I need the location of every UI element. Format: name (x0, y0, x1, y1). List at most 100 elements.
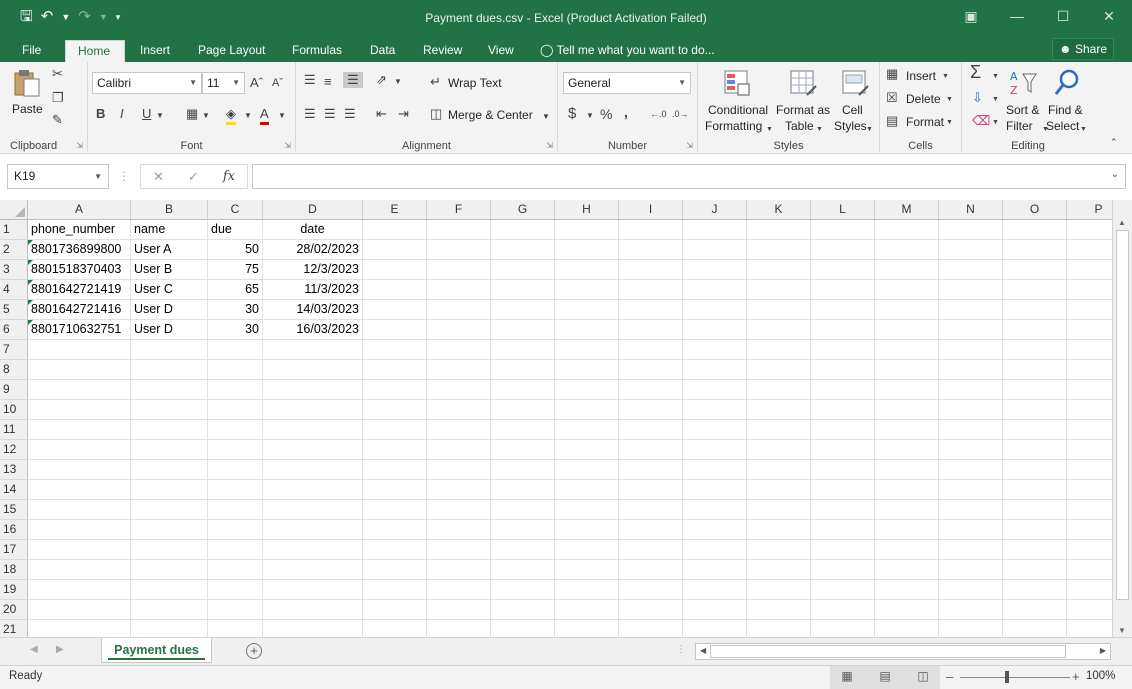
empty-cell[interactable] (363, 580, 427, 600)
empty-cell[interactable] (28, 460, 131, 480)
scroll-up-icon[interactable]: ▲ (1118, 218, 1126, 227)
row-header-4[interactable]: 4 (0, 280, 28, 300)
empty-cell[interactable] (747, 440, 811, 460)
empty-cell[interactable] (811, 340, 875, 360)
empty-cell[interactable] (1003, 360, 1067, 380)
empty-cell[interactable] (619, 480, 683, 500)
empty-cell[interactable] (427, 600, 491, 620)
empty-cell[interactable] (939, 260, 1003, 280)
column-header-a[interactable]: A (28, 200, 131, 220)
empty-cell[interactable] (491, 440, 555, 460)
empty-cell[interactable] (131, 500, 208, 520)
underline-button[interactable]: U (142, 106, 151, 122)
empty-cell[interactable] (939, 220, 1003, 240)
empty-cell[interactable] (263, 600, 363, 620)
empty-cell[interactable] (1003, 620, 1067, 637)
row-header-11[interactable]: 11 (0, 420, 28, 440)
empty-cell[interactable] (491, 380, 555, 400)
empty-cell[interactable] (747, 420, 811, 440)
empty-cell[interactable] (28, 600, 131, 620)
empty-cell[interactable] (208, 360, 263, 380)
number-launcher-icon[interactable]: ⇲ (686, 141, 693, 150)
chevron-down-icon[interactable]: ▼ (1080, 122, 1087, 138)
empty-cell[interactable] (555, 260, 619, 280)
data-cell[interactable]: User A (131, 240, 208, 260)
row-header-7[interactable]: 7 (0, 340, 28, 360)
empty-cell[interactable] (1067, 340, 1112, 360)
row-header-14[interactable]: 14 (0, 480, 28, 500)
sheet-tab-payment-dues[interactable]: Payment dues (101, 638, 212, 663)
increase-decimal-icon[interactable]: ←.0 (650, 106, 667, 122)
empty-cell[interactable] (363, 340, 427, 360)
tab-home[interactable]: Home (65, 40, 125, 62)
number-format-select[interactable]: General ▼ (563, 72, 691, 94)
empty-cell[interactable] (263, 400, 363, 420)
underline-dropdown-icon[interactable]: ▼ (156, 108, 164, 124)
merge-center-icon[interactable]: ◫ (430, 106, 442, 122)
empty-cell[interactable] (683, 540, 747, 560)
normal-view-icon[interactable]: ▦ (838, 669, 856, 685)
delete-button[interactable]: Delete (906, 92, 941, 106)
splitter-icon[interactable]: ⋮ (118, 169, 130, 183)
empty-cell[interactable] (811, 300, 875, 320)
chevron-down-icon[interactable]: ▼ (992, 92, 999, 108)
empty-cell[interactable] (939, 300, 1003, 320)
format-as-table-label-1[interactable]: Format as (776, 103, 830, 117)
empty-cell[interactable] (131, 340, 208, 360)
zoom-level[interactable]: 100% (1086, 670, 1115, 682)
empty-cell[interactable] (491, 360, 555, 380)
scroll-down-icon[interactable]: ▼ (1118, 626, 1126, 635)
data-cell[interactable]: 14/03/2023 (263, 300, 363, 320)
empty-cell[interactable] (747, 260, 811, 280)
empty-cell[interactable] (427, 400, 491, 420)
empty-cell[interactable] (1003, 280, 1067, 300)
empty-cell[interactable] (208, 500, 263, 520)
empty-cell[interactable] (939, 240, 1003, 260)
bottom-align-icon[interactable]: ☰ (343, 72, 363, 88)
empty-cell[interactable] (427, 340, 491, 360)
delete-cells-icon[interactable]: ☒ (886, 90, 898, 106)
data-cell[interactable]: 11/3/2023 (263, 280, 363, 300)
scroll-left-icon[interactable]: ◀ (700, 646, 706, 655)
cancel-icon[interactable]: ✕ (153, 169, 164, 185)
horizontal-scroll-thumb[interactable] (710, 645, 1066, 658)
empty-cell[interactable] (619, 300, 683, 320)
tab-splitter-icon[interactable]: ⋮ (676, 644, 686, 655)
page-break-view-icon[interactable]: ◫ (914, 669, 932, 685)
empty-cell[interactable] (263, 460, 363, 480)
empty-cell[interactable] (1067, 460, 1112, 480)
empty-cell[interactable] (131, 420, 208, 440)
empty-cell[interactable] (555, 560, 619, 580)
empty-cell[interactable] (1003, 420, 1067, 440)
empty-cell[interactable] (1003, 500, 1067, 520)
empty-cell[interactable] (491, 340, 555, 360)
empty-cell[interactable] (427, 260, 491, 280)
empty-cell[interactable] (875, 360, 939, 380)
empty-cell[interactable] (555, 240, 619, 260)
empty-cell[interactable] (811, 460, 875, 480)
empty-cell[interactable] (939, 440, 1003, 460)
empty-cell[interactable] (427, 440, 491, 460)
decrease-font-size-icon[interactable]: Aˇ (272, 75, 283, 91)
empty-cell[interactable] (939, 460, 1003, 480)
empty-cell[interactable] (131, 360, 208, 380)
empty-cell[interactable] (811, 520, 875, 540)
empty-cell[interactable] (263, 580, 363, 600)
empty-cell[interactable] (1067, 220, 1112, 240)
empty-cell[interactable] (208, 440, 263, 460)
top-align-icon[interactable]: ☰ (304, 72, 316, 88)
empty-cell[interactable] (939, 620, 1003, 637)
currency-dropdown-icon[interactable]: ▼ (586, 108, 594, 124)
empty-cell[interactable] (363, 360, 427, 380)
empty-cell[interactable] (1067, 580, 1112, 600)
column-header-g[interactable]: G (491, 200, 555, 220)
wrap-text-icon[interactable]: ↵ (430, 74, 441, 90)
prev-sheet-icon[interactable]: ◀ (30, 644, 38, 655)
empty-cell[interactable] (811, 360, 875, 380)
empty-cell[interactable] (939, 560, 1003, 580)
empty-cell[interactable] (619, 520, 683, 540)
data-cell[interactable]: User D (131, 320, 208, 340)
empty-cell[interactable] (875, 460, 939, 480)
empty-cell[interactable] (1003, 440, 1067, 460)
empty-cell[interactable] (555, 540, 619, 560)
